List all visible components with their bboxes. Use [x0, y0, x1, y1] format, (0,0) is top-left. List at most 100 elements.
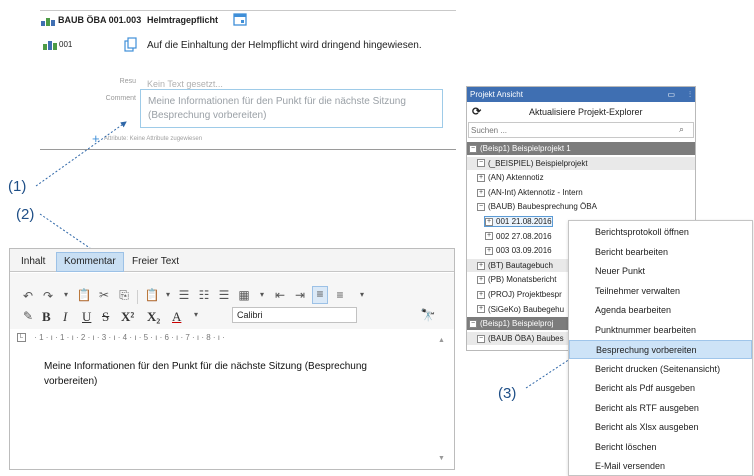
tab-kommentar[interactable]: Kommentar: [56, 252, 124, 272]
refresh-explorer-button[interactable]: ⟳ Aktualisiere Projekt-Explorer: [467, 104, 695, 120]
context-menu-item[interactable]: Besprechung vorbereiten: [569, 340, 752, 359]
expand-icon[interactable]: +: [477, 174, 485, 183]
font-select[interactable]: Calibri: [232, 307, 357, 323]
bold-icon[interactable]: B: [42, 309, 51, 325]
add-attribute-icon[interactable]: +: [92, 132, 100, 145]
undo-dropdown-icon[interactable]: ▾: [58, 290, 74, 299]
search-icon[interactable]: ⌕: [679, 124, 684, 135]
attributes-text: Attribute: Keine Attribute zugewiesen: [104, 136, 203, 142]
expand-icon[interactable]: +: [477, 261, 485, 270]
scroll-up-icon[interactable]: ▲: [438, 337, 445, 344]
project-search-input[interactable]: [468, 122, 694, 138]
comment-field[interactable]: Meine Informationen für den Punkt für di…: [140, 89, 443, 128]
cut-icon[interactable]: ✂: [96, 288, 112, 302]
callout-2: (2): [16, 206, 35, 223]
collapse-icon[interactable]: −: [469, 320, 477, 329]
expand-icon[interactable]: +: [485, 217, 493, 226]
find-icon[interactable]: 🔭: [420, 308, 436, 322]
context-menu-item[interactable]: Bericht drucken (Seitenansicht): [569, 360, 752, 379]
multilevel-list-icon[interactable]: ☰: [216, 288, 232, 302]
tree-item-label: (PB) Monatsbericht: [488, 275, 557, 285]
callout-3: (3): [498, 385, 517, 402]
table-dropdown-icon[interactable]: ▾: [254, 290, 270, 299]
bullet-list-icon[interactable]: ☰: [176, 288, 192, 302]
project-panel-title: Projekt Ansicht ▭ ⫶: [467, 87, 695, 102]
refresh-label: Aktualisiere Projekt-Explorer: [529, 107, 643, 117]
tree-item[interactable]: + (AN) Aktennotiz: [467, 171, 695, 184]
scroll-down-icon[interactable]: ▼: [438, 455, 445, 462]
expand-icon[interactable]: +: [477, 290, 485, 299]
refresh-icon[interactable]: ⟳: [472, 104, 481, 120]
align-center-icon[interactable]: ≡: [332, 288, 348, 302]
copy-icon[interactable]: [124, 37, 138, 52]
expand-icon[interactable]: +: [477, 276, 485, 285]
collapse-icon[interactable]: −: [477, 203, 485, 212]
context-menu-item[interactable]: Teilnehmer verwalten: [569, 282, 752, 301]
font-color-icon[interactable]: A: [172, 309, 181, 325]
align-left-icon[interactable]: ≡: [312, 286, 328, 304]
context-menu-item[interactable]: Bericht als Pdf ausgeben: [569, 379, 752, 398]
tree-item-label: (Beisp1) Beispielprojekt 1: [480, 144, 571, 153]
superscript-icon[interactable]: X²: [121, 309, 134, 325]
context-menu-item[interactable]: Bericht löschen: [569, 438, 752, 457]
callout-1-arrow: [35, 121, 127, 187]
context-menu-item[interactable]: E-Mail versenden: [569, 457, 752, 476]
project-panel-title-text: Projekt Ansicht: [470, 90, 523, 99]
align-dropdown-icon[interactable]: ▾: [354, 290, 370, 299]
tree-item-label: (BAUB ÖBA) Baubes: [488, 333, 564, 343]
editor-tabs: Inhalt Kommentar Freier Text: [10, 249, 454, 272]
context-menu-item[interactable]: Bericht als RTF ausgeben: [569, 399, 752, 418]
tree-item-label: (BT) Bautagebuch: [488, 260, 553, 270]
indent-icon[interactable]: ⇥: [292, 288, 308, 302]
font-color-dropdown-icon[interactable]: ▾: [188, 310, 204, 319]
expand-icon[interactable]: +: [477, 305, 485, 314]
context-menu-item[interactable]: Bericht als Xlsx ausgeben: [569, 418, 752, 437]
editor-text[interactable]: Meine Informationen für den Punkt für di…: [44, 359, 404, 389]
context-menu-item[interactable]: Punktnummer bearbeiten: [569, 321, 752, 340]
undo-icon[interactable]: ↶: [20, 289, 36, 303]
sub-point-code: 001: [59, 40, 73, 49]
paste-dropdown-icon[interactable]: ▾: [160, 290, 176, 299]
context-menu-item[interactable]: Bericht bearbeiten: [569, 243, 752, 262]
copy-format-icon[interactable]: ⎘: [116, 288, 132, 303]
context-menu-item[interactable]: Agenda bearbeiten: [569, 301, 752, 320]
context-menu-item[interactable]: Berichtsprotokoll öffnen: [569, 223, 752, 242]
card-top-divider: [40, 10, 456, 11]
strikethrough-icon[interactable]: S: [102, 309, 109, 325]
outdent-icon[interactable]: ⇤: [272, 288, 288, 302]
tree-item-label: (Beisp1) Beispielproj: [480, 319, 554, 329]
highlight-icon[interactable]: ✎: [20, 309, 36, 323]
tree-item[interactable]: − (Beisp1) Beispielprojekt 1: [467, 142, 695, 155]
subscript-icon[interactable]: X₂: [147, 309, 160, 325]
expand-icon[interactable]: +: [477, 188, 485, 197]
callout-1: (1): [8, 178, 27, 195]
collapse-icon[interactable]: −: [477, 334, 485, 343]
tree-item-label: (_BEISPIEL) Beispielprojekt: [488, 158, 588, 168]
tree-item[interactable]: − (_BEISPIEL) Beispielprojekt: [467, 156, 695, 170]
tab-inhalt[interactable]: Inhalt: [13, 252, 53, 272]
point-icon: [41, 18, 55, 26]
calendar-icon[interactable]: [233, 12, 247, 26]
redo-icon[interactable]: ↷: [40, 289, 56, 303]
context-menu-item[interactable]: Neuer Punkt: [569, 262, 752, 281]
collapse-icon[interactable]: −: [477, 159, 485, 168]
tree-item[interactable]: + (AN-Int) Aktennotiz - Intern: [467, 186, 695, 199]
expand-icon[interactable]: +: [485, 247, 493, 256]
expand-icon[interactable]: +: [485, 232, 493, 241]
table-icon[interactable]: ▦: [236, 288, 252, 302]
minimize-icon[interactable]: ▭: [667, 87, 675, 102]
italic-icon[interactable]: I: [63, 309, 67, 325]
tab-freier-text[interactable]: Freier Text: [124, 252, 187, 272]
tree-item[interactable]: − (BAUB) Baubesprechung ÖBA: [467, 200, 695, 213]
result-value[interactable]: Kein Text gesetzt...: [147, 79, 223, 89]
pin-icon[interactable]: ⫶: [689, 87, 691, 102]
collapse-icon[interactable]: −: [469, 144, 477, 153]
tab-stop-icon[interactable]: L: [17, 333, 26, 343]
tree-item-label: 003 03.09.2016: [496, 246, 552, 256]
underline-icon[interactable]: U: [82, 309, 91, 325]
numbered-list-icon[interactable]: ☷: [196, 288, 212, 302]
paste-special-icon[interactable]: 📋: [144, 288, 160, 302]
result-label: Resu: [119, 78, 136, 85]
context-menu: Berichtsprotokoll öffnen Bericht bearbeit…: [568, 220, 753, 476]
paste-icon[interactable]: 📋: [76, 288, 92, 302]
